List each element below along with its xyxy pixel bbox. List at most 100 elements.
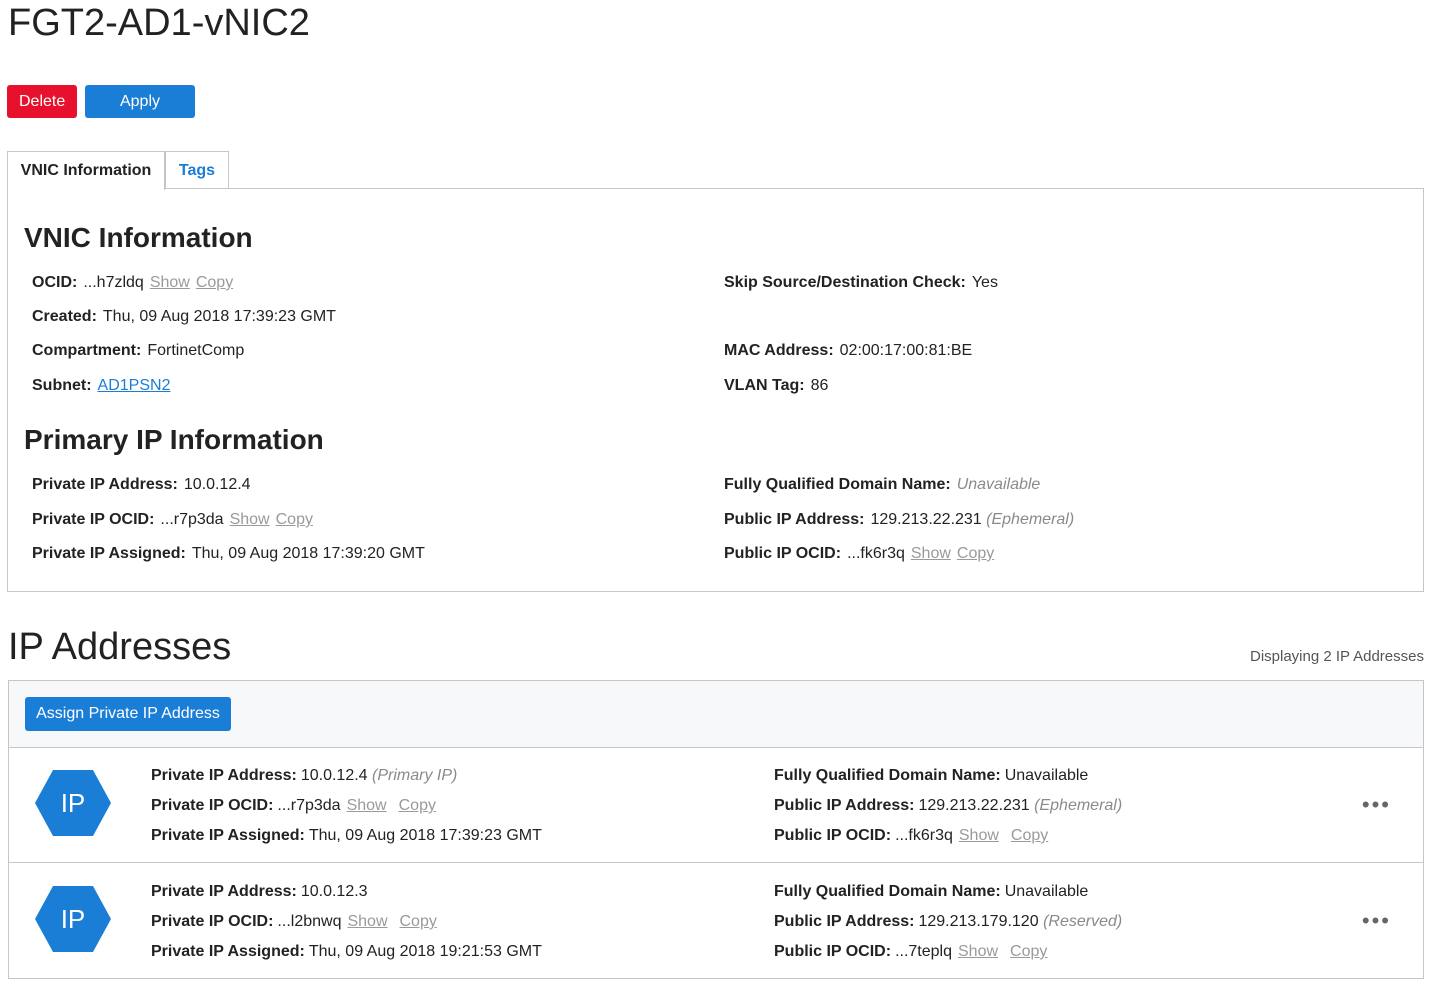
mac-address-label: MAC Address: xyxy=(724,342,834,359)
row-actions-menu-icon[interactable]: ••• xyxy=(1362,794,1391,816)
row-fqdn-label: Fully Qualified Domain Name: xyxy=(774,883,1001,900)
delete-button[interactable]: Delete xyxy=(7,85,77,118)
row-private-ip-note: (Primary IP) xyxy=(372,767,458,784)
ip-addresses-count: Displaying 2 IP Addresses xyxy=(1250,648,1424,665)
primary-fqdn-value: Unavailable xyxy=(956,476,1041,493)
primary-public-ocid-label: Public IP OCID: xyxy=(724,545,842,562)
tab-tags[interactable]: Tags xyxy=(165,151,229,188)
compartment-label: Compartment: xyxy=(32,342,142,359)
row-private-ocid-copy-link[interactable]: Copy xyxy=(399,797,436,814)
created-value: Thu, 09 Aug 2018 17:39:23 GMT xyxy=(102,308,336,325)
row-assigned-field: Private IP Assigned: Thu, 09 Aug 2018 19:… xyxy=(151,942,542,962)
ip-icon-label: IP xyxy=(60,788,86,818)
row-private-ip-field: Private IP Address: 10.0.12.4 (Primary IP… xyxy=(151,766,457,786)
row-public-ocid-copy-link[interactable]: Copy xyxy=(1010,943,1047,960)
created-label: Created: xyxy=(32,308,97,325)
row-assigned-value: Thu, 09 Aug 2018 17:39:23 GMT xyxy=(308,827,542,844)
row-actions-menu-icon[interactable]: ••• xyxy=(1362,910,1391,932)
row-public-ocid-copy-link[interactable]: Copy xyxy=(1011,827,1048,844)
row-private-ip-value: 10.0.12.3 xyxy=(300,883,368,900)
assign-private-ip-button[interactable]: Assign Private IP Address xyxy=(25,697,231,731)
vlan-tag-value: 86 xyxy=(810,377,829,394)
row-public-ip-label: Public IP Address: xyxy=(774,797,915,814)
row-public-ip-value: 129.213.22.231 xyxy=(918,797,1030,814)
primary-private-ocid-label: Private IP OCID: xyxy=(32,511,155,528)
primary-private-ip-field: Private IP Address: 10.0.12.4 xyxy=(32,475,251,495)
ip-row: IP Private IP Address: 10.0.12.3 Private … xyxy=(9,864,1423,979)
created-field: Created: Thu, 09 Aug 2018 17:39:23 GMT xyxy=(32,307,336,327)
row-assigned-label: Private IP Assigned: xyxy=(151,827,305,844)
subnet-field: Subnet: AD1PSN2 xyxy=(32,376,170,396)
vnic-info-title: VNIC Information xyxy=(24,222,253,253)
row-private-ocid-label: Private IP OCID: xyxy=(151,913,274,930)
primary-assigned-label: Private IP Assigned: xyxy=(32,545,186,562)
ip-hexagon-icon: IP xyxy=(33,884,113,954)
row-public-ip-note: (Reserved) xyxy=(1043,913,1123,930)
row-fqdn-label: Fully Qualified Domain Name: xyxy=(774,767,1001,784)
primary-private-ocid-copy-link[interactable]: Copy xyxy=(276,511,313,528)
apply-tags-button[interactable]: Apply Tag(s) xyxy=(85,85,195,143)
tab-vnic-information[interactable]: VNIC Information xyxy=(7,151,165,190)
row-private-ocid-field: Private IP OCID: ...l2bnwq Show Copy xyxy=(151,912,437,932)
primary-private-ip-label: Private IP Address: xyxy=(32,476,178,493)
vnic-info-panel: VNIC Information OCID: ...h7zldq Show Copy … xyxy=(7,188,1424,592)
primary-private-ip-value: 10.0.12.4 xyxy=(183,476,251,493)
ip-hexagon-icon: IP xyxy=(33,768,113,838)
ip-toolbar: Assign Private IP Address xyxy=(9,681,1423,748)
row-private-ocid-value: ...l2bnwq xyxy=(277,913,342,930)
compartment-value: FortinetComp xyxy=(147,342,245,359)
row-public-ip-field: Public IP Address: 129.213.22.231 (Epheme… xyxy=(774,796,1122,816)
row-private-ocid-label: Private IP OCID: xyxy=(151,797,274,814)
primary-private-ocid-field: Private IP OCID: ...r7p3da Show Copy xyxy=(32,510,313,530)
primary-public-ip-value: 129.213.22.231 xyxy=(870,511,982,528)
row-private-ip-label: Private IP Address: xyxy=(151,767,297,784)
row-fqdn-field: Fully Qualified Domain Name: Unavailable xyxy=(774,766,1088,786)
primary-fqdn-field: Fully Qualified Domain Name: Unavailable xyxy=(724,475,1040,495)
primary-public-ip-field: Public IP Address: 129.213.22.231 (Epheme… xyxy=(724,510,1074,530)
ip-icon-label: IP xyxy=(60,904,86,934)
ip-row: IP Private IP Address: 10.0.12.4 (Primary… xyxy=(9,748,1423,863)
row-fqdn-value: Unavailable xyxy=(1004,883,1089,900)
row-private-ocid-copy-link[interactable]: Copy xyxy=(400,913,437,930)
subnet-link[interactable]: AD1PSN2 xyxy=(98,377,171,394)
primary-fqdn-label: Fully Qualified Domain Name: xyxy=(724,476,951,493)
row-assigned-field: Private IP Assigned: Thu, 09 Aug 2018 17:… xyxy=(151,826,542,846)
row-public-ocid-label: Public IP OCID: xyxy=(774,943,892,960)
row-private-ocid-value: ...r7p3da xyxy=(277,797,341,814)
row-public-ocid-value: ...fk6r3q xyxy=(895,827,953,844)
ocid-copy-link[interactable]: Copy xyxy=(196,274,233,291)
primary-public-ip-note: (Ephemeral) xyxy=(986,511,1075,528)
primary-public-ocid-copy-link[interactable]: Copy xyxy=(957,545,994,562)
primary-private-ocid-show-link[interactable]: Show xyxy=(230,511,270,528)
subnet-label: Subnet: xyxy=(32,377,92,394)
primary-public-ip-label: Public IP Address: xyxy=(724,511,865,528)
ocid-show-link[interactable]: Show xyxy=(150,274,190,291)
row-fqdn-value: Unavailable xyxy=(1004,767,1089,784)
primary-ip-title: Primary IP Information xyxy=(24,424,324,455)
compartment-field: Compartment: FortinetComp xyxy=(32,341,244,361)
row-private-ocid-show-link[interactable]: Show xyxy=(347,913,387,930)
row-public-ip-field: Public IP Address: 129.213.179.120 (Reser… xyxy=(774,912,1122,932)
skip-check-value: Yes xyxy=(971,274,998,291)
mac-address-value: 02:00:17:00:81:BE xyxy=(839,342,973,359)
primary-public-ocid-value: ...fk6r3q xyxy=(847,545,905,562)
row-public-ocid-label: Public IP OCID: xyxy=(774,827,892,844)
skip-check-label: Skip Source/Destination Check: xyxy=(724,274,966,291)
ocid-value: ...h7zldq xyxy=(83,274,144,291)
row-public-ocid-show-link[interactable]: Show xyxy=(958,943,998,960)
row-public-ocid-show-link[interactable]: Show xyxy=(959,827,999,844)
primary-public-ocid-field: Public IP OCID: ...fk6r3q Show Copy xyxy=(724,544,994,564)
row-private-ocid-show-link[interactable]: Show xyxy=(347,797,387,814)
vlan-tag-field: VLAN Tag: 86 xyxy=(724,376,828,396)
row-private-ocid-field: Private IP OCID: ...r7p3da Show Copy xyxy=(151,796,436,816)
primary-public-ocid-show-link[interactable]: Show xyxy=(911,545,951,562)
row-fqdn-field: Fully Qualified Domain Name: Unavailable xyxy=(774,882,1088,902)
primary-assigned-field: Private IP Assigned: Thu, 09 Aug 2018 17:… xyxy=(32,544,425,564)
row-public-ip-label: Public IP Address: xyxy=(774,913,915,930)
ip-addresses-title: IP Addresses xyxy=(8,626,232,668)
row-public-ocid-field: Public IP OCID: ...7teplq Show Copy xyxy=(774,942,1047,962)
row-public-ip-value: 129.213.179.120 xyxy=(918,913,1039,930)
row-public-ocid-value: ...7teplq xyxy=(895,943,952,960)
vlan-tag-label: VLAN Tag: xyxy=(724,377,805,394)
row-private-ip-label: Private IP Address: xyxy=(151,883,297,900)
